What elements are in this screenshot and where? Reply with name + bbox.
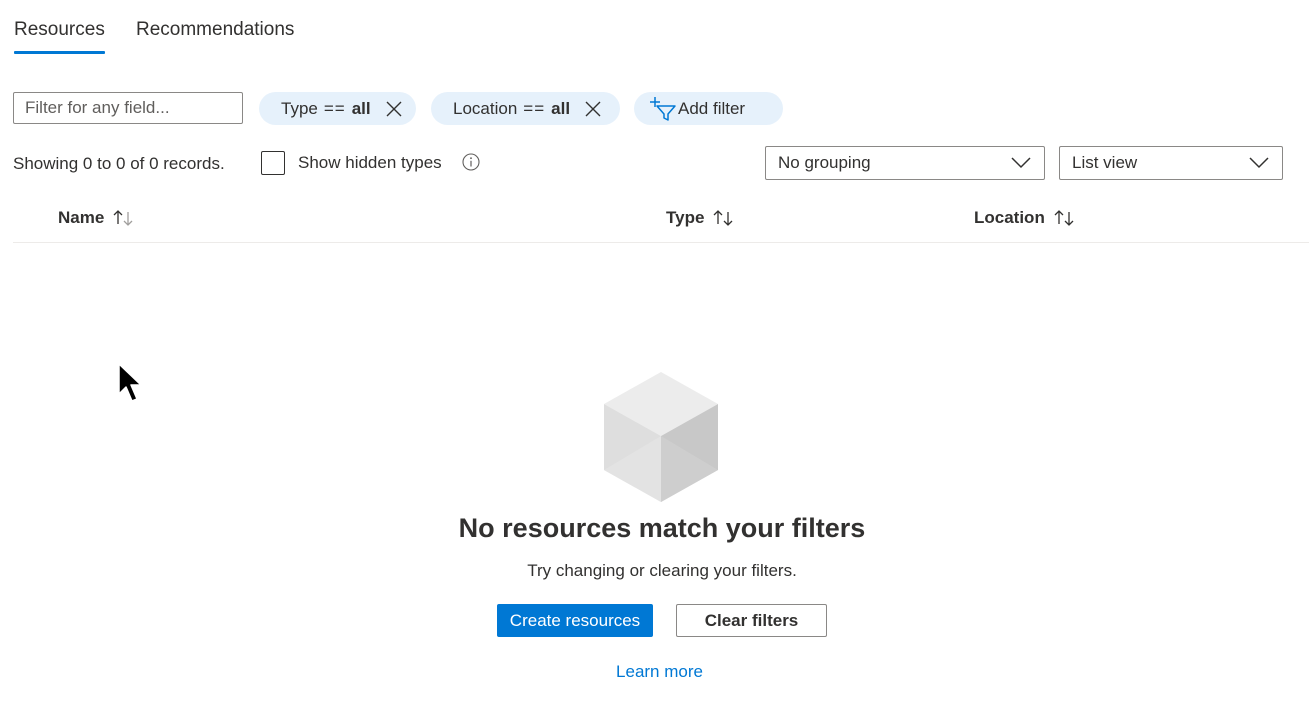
empty-state-title: No resources match your filters [458,513,866,543]
add-filter-icon [648,96,678,122]
clear-filters-button[interactable]: Clear filters [676,604,827,637]
create-resources-button[interactable]: Create resources [497,604,653,637]
filter-pill-value: all [351,98,371,118]
filter-pill-operator: == [523,98,546,118]
sort-arrows-icon [1053,208,1077,228]
column-header-label: Name [58,208,105,227]
filter-pill-operator: == [323,98,346,118]
sort-arrows-icon [712,208,736,228]
cube-icon [602,370,720,504]
records-count: Showing 0 to 0 of 0 records. [13,154,225,173]
chevron-down-icon [1010,156,1032,170]
add-filter-button[interactable]: Add filter [634,92,783,125]
filter-pill-type[interactable]: Type == all [259,92,416,125]
filter-pill-location[interactable]: Location == all [431,92,620,125]
learn-more-link[interactable]: Learn more [616,662,703,681]
show-hidden-types-checkbox[interactable] [261,151,285,175]
chevron-down-icon [1248,156,1270,170]
view-value: List view [1072,153,1138,172]
column-header-type[interactable]: Type [666,206,736,230]
filter-pill-value: all [551,98,571,118]
column-header-label: Location [974,208,1045,227]
filter-input[interactable] [13,92,243,124]
mouse-cursor-icon [117,362,147,406]
tab-resources[interactable]: Resources [14,16,105,54]
info-icon[interactable] [462,153,480,171]
tab-recommendations[interactable]: Recommendations [136,16,294,54]
show-hidden-types-label: Show hidden types [298,153,442,172]
close-icon[interactable] [583,99,603,119]
close-icon[interactable] [384,99,404,119]
column-header-location[interactable]: Location [974,206,1077,230]
column-header-label: Type [666,208,705,227]
learn-more-container: Learn more [0,660,1309,684]
view-dropdown[interactable]: List view [1059,146,1283,180]
grouping-value: No grouping [778,153,871,172]
filter-pill-field: Location [453,98,518,118]
empty-state-subtitle: Try changing or clearing your filters. [527,561,797,580]
header-divider [13,242,1309,243]
add-filter-label: Add filter [678,98,746,118]
sort-arrows-icon [112,208,136,228]
filter-pill-field: Type [281,98,318,118]
column-header-name[interactable]: Name [58,206,136,230]
grouping-dropdown[interactable]: No grouping [765,146,1045,180]
